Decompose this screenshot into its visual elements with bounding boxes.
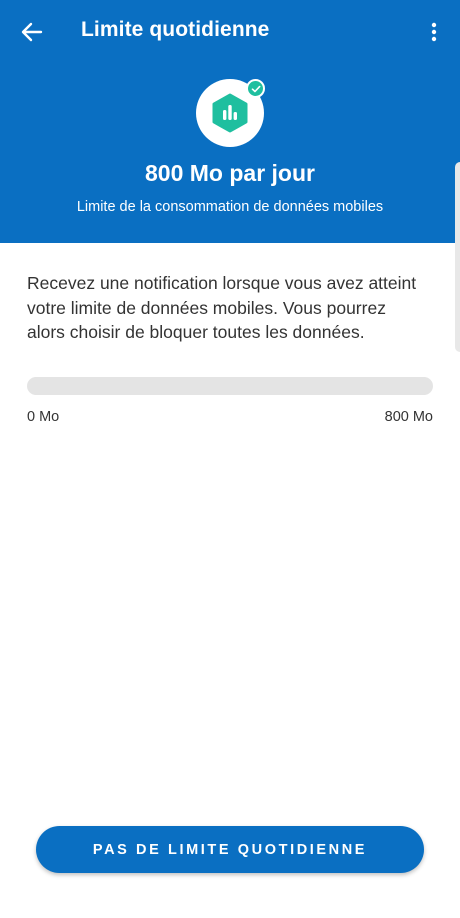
back-button[interactable] — [14, 14, 50, 50]
no-daily-limit-button[interactable]: PAS DE LIMITE QUOTIDIENNE — [36, 826, 424, 873]
check-icon — [251, 85, 260, 92]
range-max-label: 800 Mo — [384, 409, 433, 425]
badge-check — [246, 79, 265, 98]
page-title: Limite quotidienne — [81, 18, 270, 41]
more-vertical-icon — [431, 22, 437, 42]
arrow-left-icon — [21, 22, 43, 42]
notification-description: Recevez une notification lorsque vous av… — [27, 273, 417, 342]
edge-panel-handle[interactable] — [455, 162, 460, 352]
more-options-button[interactable] — [418, 14, 450, 50]
limit-value: 800 Mo par jour — [145, 160, 315, 186]
bar-chart-icon — [212, 93, 248, 133]
daily-limit-screen: Limite quotidienne 800 Mo par jour Limit… — [0, 0, 460, 918]
header: Limite quotidienne 800 Mo par jour Limit… — [0, 0, 460, 243]
usage-progress-bar — [27, 377, 433, 395]
toolbar: Limite quotidienne — [0, 0, 460, 62]
range-min-label: 0 Mo — [27, 409, 60, 425]
limit-subtitle: Limite de la consommation de données mob… — [76, 199, 384, 215]
